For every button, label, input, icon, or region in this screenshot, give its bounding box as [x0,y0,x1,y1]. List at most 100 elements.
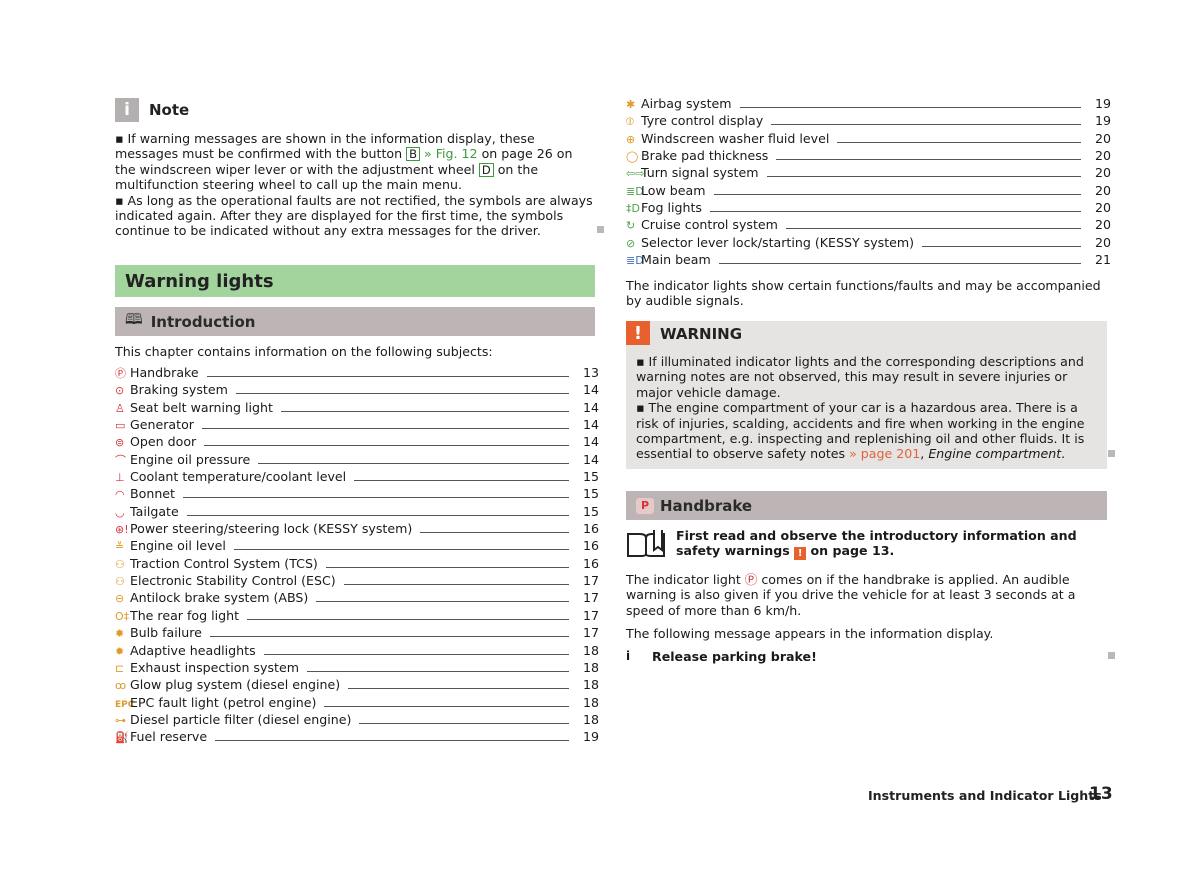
toc-page-number: 20 [1095,217,1112,233]
toc-item[interactable]: EPC EPC fault light (petrol engine) 18 [115,694,599,712]
toc-label: Low beam [641,182,706,198]
toc-item[interactable]: ♙ Seat belt warning light 14 [115,400,599,417]
toc-label: Main beam [641,252,711,268]
page-number: 13 [1089,784,1113,804]
leader-line [420,532,569,534]
indicator-icon: ◯ [626,150,639,164]
leader-line [718,263,1081,265]
leader-line [837,141,1081,143]
toc-item[interactable]: ◡ Tailgate 15 [115,503,599,521]
toc-item[interactable]: ⊘ Selector lever lock/starting (KESSY sys… [626,234,1112,252]
toc-label: Airbag system [641,96,732,111]
toc-item[interactable]: ≚ Engine oil level 16 [115,538,599,555]
toc-item[interactable]: ⇦⇨ Turn signal system 20 [626,165,1112,182]
section-end-marker [597,226,604,233]
toc-label: Braking system [130,382,228,398]
leader-line [233,549,569,551]
indicator-icon: ⊕ [626,132,636,146]
toc-page-number: 15 [583,486,600,502]
toc-item[interactable]: ⚇ Electronic Stability Control (ESC) 17 [115,573,599,590]
leader-line [306,670,569,672]
toc-item[interactable]: ✹ Adaptive headlights 18 [115,642,600,660]
leader-line [922,245,1081,247]
handbrake-description: The indicator light Ⓟ comes on if the ha… [626,572,1076,618]
toc-item[interactable]: ⊕ Windscreen washer fluid level 20 [626,130,1111,148]
toc-item[interactable]: ⚇ Traction Control System (TCS) 16 [115,556,599,573]
toc-page-number: 20 [1095,200,1112,216]
toc-item[interactable]: ✹ Bulb failure 17 [115,625,599,642]
toc-label: Brake pad thickness [641,148,769,164]
toc-item[interactable]: ⊙ Braking system 14 [115,382,599,399]
toc-page-number: 17 [583,607,600,623]
indicator-icon: Ⓟ [115,367,126,380]
toc-item[interactable]: ≣D Main beam 21 [626,252,1111,269]
indicator-icon: ⇦⇨ [626,167,645,181]
warning-icon: ! [794,547,807,561]
indicator-icon: ♙ [115,401,125,415]
button-b-ref: B [406,147,420,162]
leader-line [709,211,1081,213]
toc-label: EPC fault light (petrol engine) [130,694,317,710]
leader-line [206,376,569,377]
toc-item[interactable]: ≣D Low beam 20 [626,182,1112,200]
toc-item[interactable]: ⊖ Antilock brake system (ABS) 17 [115,590,600,607]
note-header: i Note [115,97,189,123]
toc-item[interactable]: ◠ Bonnet 15 [115,486,600,503]
toc-item[interactable]: ✱ Airbag system 19 [626,96,1111,113]
toc-page-number: 15 [583,469,600,485]
section-title: Warning lights [115,265,595,297]
toc-page-number: 20 [1095,165,1112,181]
toc-page-number: 18 [583,642,600,658]
indicator-icon: ⌒ [115,453,126,467]
toc-label: Electronic Stability Control (ESC) [130,573,336,589]
book-icon [627,530,665,557]
warning-paragraph-1: ▪ If illuminated indicator lights and th… [636,354,1084,400]
indicator-icon: ‡D [626,202,640,216]
toc-item[interactable]: ⦶ Tyre control display 19 [626,113,1111,130]
toc-item[interactable]: ꝏ Glow plug system (diesel engine) 18 [115,677,599,694]
toc-item[interactable]: ⊶ Diesel particle filter (diesel engine) 1… [115,711,600,729]
indicator-icon: ⊜ [115,436,125,450]
page-201-link[interactable]: » page 201 [849,446,920,461]
toc-label: Tailgate [130,503,179,519]
leader-line [766,176,1081,178]
toc-item[interactable]: ⌒ Engine oil pressure 14 [115,452,599,469]
intro-lead-text: This chapter contains information on the… [115,344,493,359]
indicator-icon: ◡ [115,505,125,519]
toc-label: Windscreen washer fluid level [641,130,830,146]
toc-item[interactable]: ▭ Generator 14 [115,417,599,434]
toc-page-number: 18 [583,659,600,675]
toc-page-number: 14 [583,434,600,450]
indicator-icon: ≚ [115,540,125,554]
toc-item[interactable]: Ⓟ Handbrake 13 [115,365,600,382]
leader-line [739,107,1081,108]
toc-item[interactable]: ⊏ Exhaust inspection system 18 [115,659,600,677]
toc-page-number: 17 [583,590,600,606]
toc-item[interactable]: ↻ Cruise control system 20 [626,217,1112,234]
toc-list-left: Ⓟ Handbrake 13 ⊙ Braking system 14 ♙ Seat belt … [115,365,600,747]
leader-line [343,584,569,586]
toc-label: Fog lights [641,200,702,216]
toc-label: Selector lever lock/starting (KESSY syst… [641,234,915,250]
fig-link[interactable]: » Fig. 12 [420,146,478,161]
toc-list-right: ✱ Airbag system 19 ⦶ Tyre control display 19 ⊕… [626,96,1112,269]
leader-line [186,514,569,516]
indicator-icon: ◠ [115,488,125,502]
toc-item[interactable]: ⊥ Coolant temperature/coolant level 15 [115,469,600,486]
toc-item[interactable]: ◯ Brake pad thickness 20 [626,148,1111,165]
indicator-icon: ꝏ [115,679,127,693]
toc-item[interactable]: ⛽ Fuel reserve 19 [115,729,599,746]
toc-page-number: 13 [583,365,600,380]
leader-line [324,705,569,707]
toc-item[interactable]: ⊛! Power steering/steering lock (KESSY sy… [115,521,599,538]
toc-label: Engine oil level [130,538,226,554]
toc-page-number: 20 [1095,234,1112,250]
toc-label: Turn signal system [641,165,759,181]
toc-page-number: 20 [1095,182,1112,198]
toc-page-number: 18 [583,711,600,727]
toc-item[interactable]: ⊜ Open door 14 [115,434,600,451]
leader-line [258,462,569,464]
toc-item[interactable]: O‡ The rear fog light 17 [115,607,600,625]
leader-line [215,740,569,742]
toc-item[interactable]: ‡D Fog lights 20 [626,200,1112,217]
